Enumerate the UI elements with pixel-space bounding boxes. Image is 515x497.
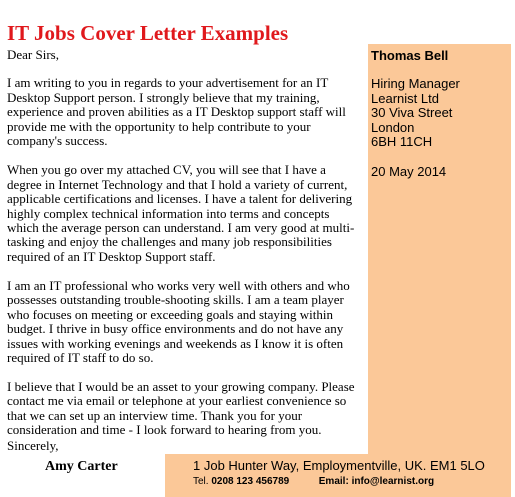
letter-paragraph: I believe that I would be an asset to yo…	[7, 378, 355, 438]
recipient-address: Hiring Manager Learnist Ltd 30 Viva Stre…	[371, 76, 460, 150]
footer-contact: Tel. 0208 123 456789 Email: info@learnis…	[193, 476, 434, 487]
salutation: Dear Sirs,	[7, 47, 59, 62]
recipient-line: London	[371, 119, 415, 135]
recipient-line: 6BH 11CH	[371, 134, 433, 150]
letter-paragraph: When you go over my attached CV, you wil…	[7, 162, 355, 264]
email-value: info@learnist.org	[351, 476, 435, 487]
signature-name: Amy Carter	[45, 459, 118, 474]
footer-contact-bar: 1 Job Hunter Way, Employmentville, UK. E…	[165, 454, 511, 497]
letter-paragraph: I am writing to you in regards to your a…	[7, 75, 346, 149]
letter-paragraph: I am an IT professional who works very w…	[7, 277, 350, 366]
footer-address: 1 Job Hunter Way, Employmentville, UK. E…	[193, 458, 485, 473]
closing: Sincerely,	[7, 438, 59, 453]
address-panel: Thomas Bell Hiring Manager Learnist Ltd …	[368, 44, 511, 454]
recipient-line: 30 Viva Street	[371, 105, 453, 121]
tel-label: Tel.	[193, 476, 209, 487]
recipient-line: Hiring Manager	[371, 76, 460, 91]
page-title: IT Jobs Cover Letter Examples	[7, 21, 289, 45]
letter-date: 20 May 2014	[371, 164, 447, 179]
letter-body: Dear Sirs, I am writing to you in regard…	[7, 47, 363, 452]
recipient-line: Learnist Ltd	[371, 90, 439, 106]
sender-name: Thomas Bell	[371, 48, 449, 63]
email-label: Email:	[318, 476, 349, 487]
tel-value: 0208 123 456789	[211, 476, 290, 487]
